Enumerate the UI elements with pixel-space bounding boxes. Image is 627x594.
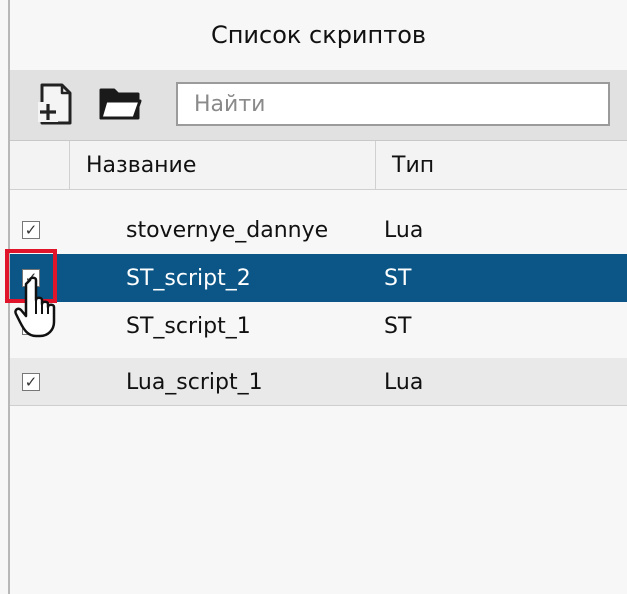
table-row[interactable]: ✓ stovernye_dannye Lua [10,206,627,254]
script-name: stovernye_dannye [126,217,329,243]
panel-title: Список скриптов [10,0,627,71]
script-type: ST [384,265,412,291]
table-row[interactable]: ✓ ST_script_1 ST [10,302,627,350]
row-checkbox[interactable]: ✓ [22,373,40,391]
table-row-selected[interactable]: ✓ ST_script_2 ST [10,254,627,302]
header-name[interactable]: Название [70,141,376,189]
toolbar [10,70,627,140]
header-type[interactable]: Тип [376,141,627,189]
script-name: ST_script_1 [126,313,251,339]
open-folder-button[interactable] [98,82,142,126]
hand-pointer-icon [14,276,56,338]
header-check-column[interactable] [10,141,70,189]
script-name: Lua_script_1 [126,369,263,395]
table-row[interactable]: ✓ Lua_script_1 Lua [10,358,627,406]
script-name: ST_script_2 [126,265,251,291]
add-file-icon [38,83,72,125]
add-script-button[interactable] [34,82,78,126]
table-header: Название Тип [10,140,627,190]
script-type: ST [384,313,412,339]
row-checkbox[interactable]: ✓ [22,221,40,239]
scripts-panel: Список скриптов Название Тип ✓ stovernye… [8,0,627,594]
script-type: Lua [384,369,424,395]
folder-open-icon [99,88,142,120]
search-input[interactable] [176,82,610,126]
script-type: Lua [384,217,424,243]
